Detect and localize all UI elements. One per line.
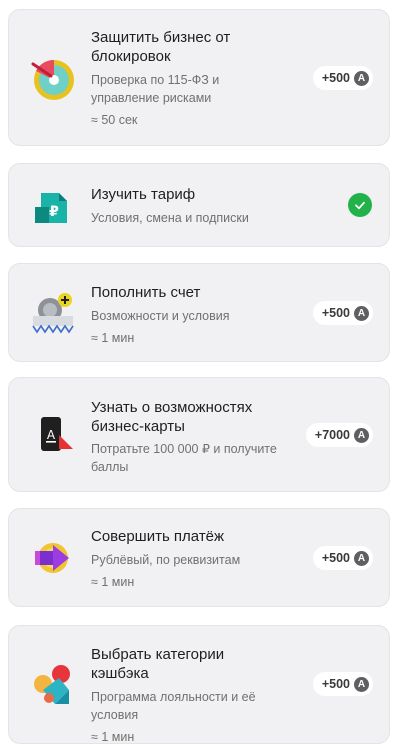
task-subtitle: Возможности и условия	[91, 309, 230, 323]
task-subtitle: Потратьте 100 000 ₽ и получите баллы	[91, 442, 277, 474]
task-subtitle: Проверка по 115-ФЗ и управление рисками	[91, 73, 220, 105]
reward-badge: +500 A	[312, 546, 373, 570]
task-duration: ≈ 1 мин	[91, 575, 135, 589]
points-coin-icon: A	[354, 305, 369, 321]
task-title: Выбрать категории кэшбэка	[91, 646, 225, 682]
wallet-plus-icon	[29, 288, 79, 338]
task-card-protect-business[interactable]: Защитить бизнес от блокировок Проверка п…	[8, 9, 390, 146]
reward-amount: +500	[321, 71, 350, 85]
business-card-icon: A	[29, 409, 79, 459]
task-duration: ≈ 1 мин	[91, 730, 135, 744]
completed-check-icon	[348, 193, 372, 217]
shield-disc-icon	[29, 54, 79, 104]
reward-badge: +500 A	[312, 672, 373, 696]
task-title: Изучить тариф	[91, 186, 196, 203]
payment-arrow-icon	[29, 533, 79, 583]
svg-text:A: A	[47, 428, 56, 442]
points-coin-icon: A	[354, 70, 369, 86]
task-card-payment[interactable]: Совершить платёж Рублёвый, по реквизитам…	[8, 508, 390, 607]
task-title: Совершить платёж	[91, 528, 225, 545]
task-title: Защитить бизнес от блокировок	[91, 29, 231, 65]
task-card-cashback[interactable]: Выбрать категории кэшбэка Программа лоял…	[8, 625, 390, 744]
task-title: Узнать о возможностях бизнес-карты	[91, 399, 253, 435]
reward-amount: +500	[321, 551, 350, 565]
svg-text:₽: ₽	[49, 204, 59, 220]
reward-badge: +7000 A	[305, 423, 373, 447]
task-duration: ≈ 1 мин	[91, 331, 135, 345]
task-card-top-up[interactable]: Пополнить счет Возможности и условия ≈ 1…	[8, 263, 390, 362]
task-subtitle: Условия, смена и подписки	[91, 211, 249, 225]
task-subtitle: Программа лояльности и её условия	[91, 690, 256, 722]
ruble-document-icon: ₽	[29, 181, 79, 231]
task-subtitle: Рублёвый, по реквизитам	[91, 553, 241, 567]
cashback-shapes-icon	[29, 660, 79, 710]
reward-amount: +500	[321, 677, 350, 691]
reward-amount: +7000	[314, 428, 350, 442]
points-coin-icon: A	[354, 427, 369, 443]
task-card-tariff[interactable]: ₽ Изучить тариф Условия, смена и подписк…	[8, 163, 390, 247]
task-duration: ≈ 50 сек	[91, 113, 138, 127]
task-card-business-card[interactable]: A Узнать о возможностях бизнес-карты Пот…	[8, 377, 390, 492]
points-coin-icon: A	[354, 550, 369, 566]
tasks-list: Защитить бизнес от блокировок Проверка п…	[0, 0, 400, 753]
reward-badge: +500 A	[312, 301, 373, 325]
reward-amount: +500	[321, 306, 350, 320]
task-title: Пополнить счет	[91, 284, 201, 301]
reward-badge: +500 A	[312, 66, 373, 90]
points-coin-icon: A	[354, 676, 369, 692]
